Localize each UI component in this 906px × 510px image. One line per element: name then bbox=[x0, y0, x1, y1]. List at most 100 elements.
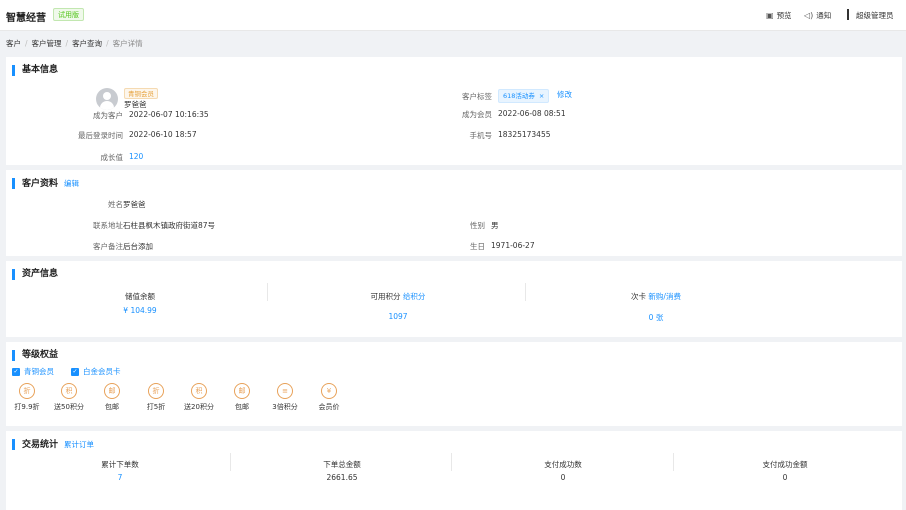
points-icon: 积 bbox=[191, 383, 207, 399]
customer-profile-card: 客户资料 编辑 姓名 罗爸爸 联系地址 石柱县枫木镇政府街道87号 客户备注 后台… bbox=[6, 170, 902, 256]
benefit-label: 打9.9折 bbox=[14, 403, 40, 411]
basic-info-card: 基本信息 青铜会员 罗爸爸 成为客户 2022-06-07 10:16:35 最… bbox=[6, 57, 902, 165]
member-price-icon: ¥ bbox=[321, 383, 337, 399]
address-value: 石柱县枫木镇政府街道87号 bbox=[123, 221, 216, 230]
column-divider bbox=[267, 283, 268, 301]
avatar bbox=[96, 88, 118, 110]
column-divider bbox=[673, 453, 674, 471]
growth-value: 120 bbox=[129, 152, 144, 161]
gender-value: 男 bbox=[491, 221, 499, 230]
benefit-label: 包邮 bbox=[105, 403, 119, 411]
balance-label: 储值余额 bbox=[125, 292, 155, 301]
profile-edit-link[interactable]: 编辑 bbox=[64, 179, 79, 188]
breadcrumb-item-current: 客户详情 bbox=[112, 39, 143, 48]
stat-column: 支付成功金额 0 bbox=[725, 459, 845, 482]
breadcrumb-item-customer-query[interactable]: 客户查询 bbox=[72, 39, 102, 48]
user-name: 超级管理员 bbox=[856, 11, 894, 20]
stat-label: 支付成功数 bbox=[544, 460, 582, 469]
customer-name: 罗爸爸 bbox=[124, 100, 147, 109]
free-shipping-icon: 邮 bbox=[104, 383, 120, 399]
breadcrumb-item-customer[interactable]: 客户 bbox=[6, 39, 21, 48]
points-value[interactable]: 1097 bbox=[328, 312, 468, 321]
trial-badge: 试用版 bbox=[53, 8, 84, 21]
trade-stats-card: 交易统计 累计订单 累计下单数 7 下单总金额 2661.65 支付成功数 0 支付成功金额 0 bbox=[6, 431, 902, 510]
phone-label: 手机号 bbox=[469, 131, 493, 140]
card-column: 次卡 新购/消费 0 张 bbox=[586, 291, 726, 323]
remark-label: 客户备注 bbox=[93, 242, 123, 251]
close-icon[interactable]: × bbox=[539, 92, 544, 100]
card-value[interactable]: 0 张 bbox=[586, 312, 726, 323]
points-label: 可用积分 bbox=[370, 292, 401, 301]
edit-tag-link[interactable]: 修改 bbox=[557, 89, 572, 100]
stat-column: 支付成功数 0 bbox=[503, 459, 623, 482]
benefit-item: 折打5折 bbox=[133, 383, 179, 412]
balance-value[interactable]: ¥ 104.99 bbox=[80, 306, 200, 315]
speaker-icon: ◁) bbox=[804, 10, 814, 20]
birthday-value: 1971-06-27 bbox=[491, 241, 535, 250]
top-bar: 智慧经营 试用版 ▣ 预览 ◁) 通知 超级管理员 bbox=[0, 0, 906, 31]
card-buy-link[interactable]: 新购/消费 bbox=[648, 292, 681, 301]
column-divider bbox=[230, 453, 231, 471]
user-divider bbox=[847, 9, 849, 20]
customer-profile-title: 客户资料 编辑 bbox=[12, 178, 79, 189]
coins-icon: ≡ bbox=[277, 383, 293, 399]
growth-label: 成长值 bbox=[100, 153, 124, 162]
became-member-value: 2022-06-08 08:51 bbox=[498, 109, 566, 118]
breadcrumb: 客户 / 客户管理 / 客户查询 / 客户详情 bbox=[6, 39, 143, 48]
total-orders-link[interactable]: 累计订单 bbox=[64, 440, 94, 449]
stat-column: 下单总金额 2661.65 bbox=[282, 459, 402, 482]
card-label: 次卡 bbox=[631, 292, 647, 301]
rights-title: 等级权益 bbox=[12, 350, 58, 361]
stat-value[interactable]: 7 bbox=[60, 473, 180, 482]
benefit-item: 邮包邮 bbox=[219, 383, 265, 412]
benefit-item: 折打9.9折 bbox=[4, 383, 50, 412]
give-points-link[interactable]: 给积分 bbox=[403, 292, 426, 301]
notify-label: 通知 bbox=[816, 11, 832, 20]
user-menu[interactable]: 超级管理员 bbox=[856, 10, 894, 21]
stat-value: 0 bbox=[782, 473, 788, 482]
benefit-label: 送50积分 bbox=[54, 403, 84, 411]
preview-button[interactable]: ▣ 预览 bbox=[766, 10, 792, 21]
phone-value: 18325173455 bbox=[498, 130, 551, 139]
name-value: 罗爸爸 bbox=[123, 200, 146, 209]
remark-value: 后台添加 bbox=[123, 242, 153, 251]
birthday-label: 生日 bbox=[470, 242, 485, 251]
benefit-item: ≡ 3倍积分 bbox=[262, 383, 308, 412]
became-member-label: 成为会员 bbox=[462, 110, 492, 119]
level-checkbox-bronze[interactable]: ✓ 青铜会员 bbox=[12, 366, 54, 377]
name-label: 姓名 bbox=[108, 200, 123, 209]
level-checkbox-platinum[interactable]: ✓ 白金会员卡 bbox=[71, 366, 121, 377]
benefit-label: 送20积分 bbox=[184, 403, 214, 411]
last-login-label: 最后登录时间 bbox=[78, 131, 123, 140]
stat-value: 0 bbox=[560, 473, 566, 482]
preview-icon: ▣ bbox=[766, 10, 774, 20]
address-label: 联系地址 bbox=[93, 221, 123, 230]
benefit-item: ¥ 会员价 bbox=[306, 383, 352, 412]
preview-label: 预览 bbox=[776, 11, 792, 20]
discount-icon: 折 bbox=[148, 383, 164, 399]
notify-button[interactable]: ◁) 通知 bbox=[804, 10, 831, 21]
stat-label: 下单总金额 bbox=[323, 460, 361, 469]
basic-info-title: 基本信息 bbox=[12, 65, 58, 76]
benefit-item: 积送20积分 bbox=[176, 383, 222, 412]
benefit-item: 邮包邮 bbox=[89, 383, 135, 412]
became-customer-value: 2022-06-07 10:16:35 bbox=[129, 110, 209, 119]
check-icon: ✓ bbox=[71, 367, 79, 376]
breadcrumb-item-customer-management[interactable]: 客户管理 bbox=[32, 39, 62, 48]
benefit-label: 3倍积分 bbox=[272, 403, 298, 411]
stat-label: 支付成功金额 bbox=[762, 460, 808, 469]
benefit-label: 会员价 bbox=[318, 403, 340, 411]
points-icon: 积 bbox=[61, 383, 77, 399]
benefit-label: 打5折 bbox=[146, 403, 166, 411]
discount-icon: 折 bbox=[19, 383, 35, 399]
rights-card: 等级权益 ✓ 青铜会员 ✓ 白金会员卡 折打9.9折积送50积分邮包邮折打5折积送2… bbox=[6, 342, 902, 426]
benefit-label: 包邮 bbox=[235, 403, 249, 411]
stat-label: 累计下单数 bbox=[101, 460, 139, 469]
stat-value: 2661.65 bbox=[326, 473, 358, 482]
assets-card: 资产信息 储值余额 ¥ 104.99 可用积分 给积分 1097 次卡 新购/消… bbox=[6, 261, 902, 337]
last-login-value: 2022-06-10 18:57 bbox=[129, 130, 197, 139]
became-customer-label: 成为客户 bbox=[93, 111, 123, 120]
customer-tag: 618活动券 × bbox=[498, 89, 550, 103]
assets-title: 资产信息 bbox=[12, 269, 58, 280]
benefit-item: 积送50积分 bbox=[46, 383, 92, 412]
